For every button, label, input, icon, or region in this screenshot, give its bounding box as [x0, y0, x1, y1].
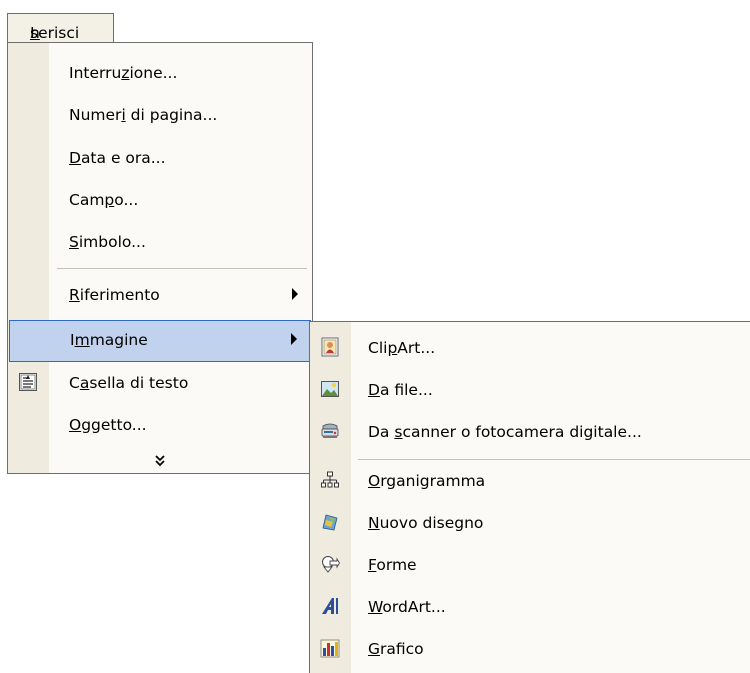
- scanner-camera-icon: [321, 423, 339, 438]
- menu-item-label: Simbolo...: [69, 233, 146, 251]
- picture-file-icon: [321, 381, 339, 397]
- immagine-submenu: ClipArt... Da file... Da scanner o fotoc…: [309, 321, 750, 673]
- menu-item-label: Numeri di pagina...: [69, 106, 218, 124]
- menu-item-label: Interruzione...: [69, 64, 178, 82]
- submenu-item-label: ClipArt...: [368, 339, 436, 357]
- submenu-separator: [358, 459, 750, 460]
- menu-item-riferimento[interactable]: Riferimento: [8, 275, 312, 317]
- submenu-arrow-icon: [291, 333, 297, 345]
- submenu-item-organigramma[interactable]: Organigramma: [310, 461, 750, 503]
- expand-menu-chevron-icon[interactable]: [8, 455, 312, 473]
- submenu-item-scanner[interactable]: Da scanner o fotocamera digitale...: [310, 412, 750, 454]
- double-chevron-down-icon: [155, 455, 165, 467]
- org-chart-icon: [321, 471, 339, 488]
- menu-item-data-ora[interactable]: Data e ora...: [8, 138, 312, 180]
- menu-item-numeri-pagina[interactable]: Numeri di pagina...: [8, 95, 312, 137]
- wordart-icon: [322, 598, 338, 614]
- menu-item-label: Oggetto...: [69, 416, 147, 434]
- submenu-arrow-icon: [292, 288, 298, 300]
- text-box-icon: [19, 373, 37, 391]
- menu-item-label: Data e ora...: [69, 149, 166, 167]
- menu-item-label: Campo...: [69, 191, 139, 209]
- submenu-item-forme[interactable]: Forme: [310, 545, 750, 587]
- autoshapes-icon: [322, 556, 340, 573]
- submenu-item-da-file[interactable]: Da file...: [310, 370, 750, 412]
- menu-item-label: Casella di testo: [69, 374, 189, 392]
- menu-item-oggetto[interactable]: Oggetto...: [8, 405, 312, 447]
- submenu-item-label: Da file...: [368, 381, 433, 399]
- submenu-item-wordart[interactable]: WordArt...: [310, 587, 750, 629]
- new-drawing-icon: [322, 514, 338, 531]
- menu-item-interruzione[interactable]: Interruzione...: [8, 53, 312, 95]
- submenu-item-label: Nuovo disegno: [368, 514, 484, 532]
- submenu-item-label: Forme: [368, 556, 417, 574]
- menu-item-label: Immagine: [70, 331, 148, 349]
- menu-item-label: Riferimento: [69, 286, 160, 304]
- clipart-icon: [321, 337, 339, 357]
- chart-icon: [320, 639, 340, 658]
- menu-inserisci[interactable]: In serisci: [7, 13, 114, 43]
- submenu-item-label: Grafico: [368, 640, 424, 658]
- menu-separator: [57, 268, 307, 269]
- submenu-item-clipart[interactable]: ClipArt...: [310, 328, 750, 370]
- submenu-item-label: Organigramma: [368, 472, 486, 490]
- menu-item-casella-testo[interactable]: Casella di testo: [8, 363, 312, 405]
- submenu-item-grafico[interactable]: Grafico: [310, 629, 750, 671]
- submenu-item-label: WordArt...: [368, 598, 446, 616]
- submenu-item-label: Da scanner o fotocamera digitale...: [368, 423, 642, 441]
- menu-item-campo[interactable]: Campo...: [8, 180, 312, 222]
- submenu-item-nuovo-disegno[interactable]: Nuovo disegno: [310, 503, 750, 545]
- menu-item-immagine[interactable]: Immagine: [9, 320, 311, 362]
- inserisci-dropdown: Interruzione... Numeri di pagina... Data…: [7, 42, 313, 474]
- menu-item-simbolo[interactable]: Simbolo...: [8, 222, 312, 264]
